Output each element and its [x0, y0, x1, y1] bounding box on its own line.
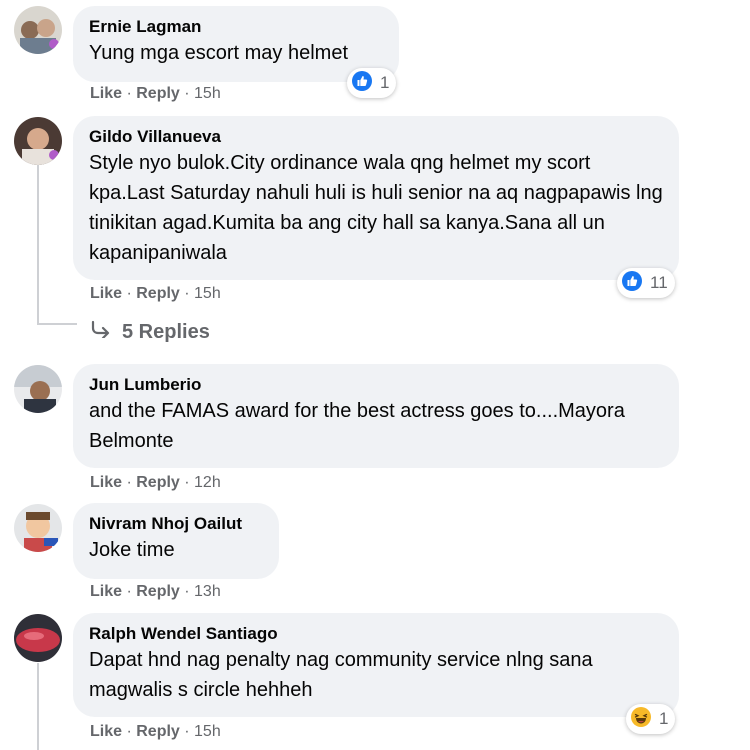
reply-button[interactable]: Reply	[136, 723, 180, 740]
avatar[interactable]	[14, 117, 62, 165]
comment-bubble: Nivram Nhoj Oailut Joke time	[73, 503, 279, 579]
like-button[interactable]: Like	[90, 85, 122, 102]
like-button[interactable]: Like	[90, 285, 122, 302]
comment-text: Yung mga escort may helmet	[89, 42, 349, 64]
timestamp[interactable]: 12h	[194, 474, 221, 491]
avatar[interactable]	[14, 365, 62, 413]
thread-line	[37, 663, 39, 750]
comment-author[interactable]: Jun Lumberio	[89, 374, 663, 396]
comment-actions: Like · Reply · 15h	[90, 85, 221, 102]
comment-bubble: Ralph Wendel Santiago Dapat hnd nag pena…	[73, 613, 679, 717]
comment-text: Dapat hnd nag penalty nag community serv…	[89, 649, 593, 701]
like-icon	[622, 270, 642, 296]
like-icon	[352, 70, 372, 96]
like-button[interactable]: Like	[90, 474, 122, 491]
reply-button[interactable]: Reply	[136, 583, 180, 600]
timestamp[interactable]: 15h	[194, 723, 221, 740]
comment-author[interactable]: Ernie Lagman	[89, 16, 383, 38]
like-button[interactable]: Like	[90, 583, 122, 600]
reaction-summary[interactable]: 1	[347, 68, 397, 98]
comment-actions: Like · Reply · 13h	[90, 583, 221, 600]
reaction-summary[interactable]: 11	[617, 268, 675, 298]
haha-icon	[631, 706, 651, 732]
like-button[interactable]: Like	[90, 723, 122, 740]
comment-actions: Like · Reply · 15h	[90, 285, 221, 302]
comment-bubble: Ernie Lagman Yung mga escort may helmet	[73, 6, 399, 82]
timestamp[interactable]: 13h	[194, 583, 221, 600]
reply-button[interactable]: Reply	[136, 285, 180, 302]
comment-text: Style nyo bulok.City ordinance wala qng …	[89, 152, 663, 264]
reply-button[interactable]: Reply	[136, 474, 180, 491]
comment-author[interactable]: Nivram Nhoj Oailut	[89, 513, 263, 535]
reaction-count: 11	[650, 273, 668, 292]
reply-arrow-icon	[90, 320, 112, 344]
comment-bubble: Gildo Villanueva Style nyo bulok.City or…	[73, 116, 679, 280]
comment-author[interactable]: Gildo Villanueva	[89, 126, 663, 148]
thread-line-elbow	[37, 323, 77, 325]
comment-actions: Like · Reply · 12h	[90, 474, 221, 491]
replies-label[interactable]: 5 Replies	[122, 321, 210, 344]
avatar[interactable]	[14, 614, 62, 662]
comment-author[interactable]: Ralph Wendel Santiago	[89, 623, 663, 645]
comment-actions: Like · Reply · 15h	[90, 723, 221, 740]
comment-text: Joke time	[89, 539, 175, 561]
thread-line	[37, 165, 39, 325]
timestamp[interactable]: 15h	[194, 85, 221, 102]
reaction-count: 1	[380, 73, 390, 92]
reply-button[interactable]: Reply	[136, 85, 180, 102]
avatar[interactable]	[14, 504, 62, 552]
timestamp[interactable]: 15h	[194, 285, 221, 302]
comment-text: and the FAMAS award for the best actress…	[89, 400, 625, 452]
avatar[interactable]	[14, 6, 62, 54]
view-replies-button[interactable]: 5 Replies	[90, 320, 210, 344]
comment-bubble: Jun Lumberio and the FAMAS award for the…	[73, 364, 679, 468]
reaction-count: 1	[659, 709, 669, 728]
reaction-summary[interactable]: 1	[626, 704, 676, 734]
